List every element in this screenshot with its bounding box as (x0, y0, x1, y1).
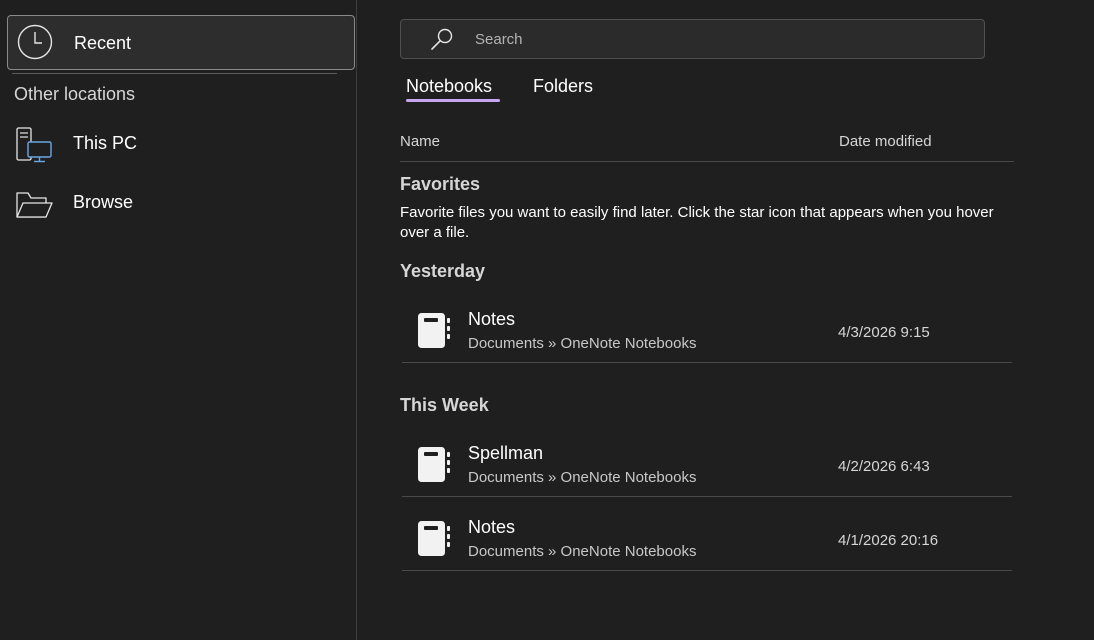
nav-item-this-pc[interactable]: This PC (7, 121, 355, 167)
search-input[interactable] (475, 20, 975, 58)
nav-item-browse[interactable]: Browse (7, 180, 355, 226)
nav-item-recent-label: Recent (74, 33, 132, 53)
notebook-icon (418, 521, 450, 556)
file-name: Notes (468, 309, 516, 329)
nav-item-this-pc-label: This PC (73, 133, 138, 153)
file-date-modified: 4/2/2026 6:43 (838, 458, 930, 475)
file-row[interactable]: Notes Documents » OneNote Notebooks 4/3/… (402, 301, 1012, 363)
main-panel: Notebooks Folders Name Date modified Fav… (357, 0, 1094, 640)
file-date-modified: 4/3/2026 9:15 (838, 324, 930, 341)
notebook-icon (418, 313, 450, 348)
clock-icon (17, 24, 53, 60)
computer-icon (16, 127, 52, 163)
row-divider (402, 496, 1012, 497)
tab-folders[interactable]: Folders (533, 76, 593, 97)
file-path: Documents » OneNote Notebooks (468, 335, 697, 352)
row-divider (402, 362, 1012, 363)
row-divider (402, 570, 1012, 571)
search-icon (431, 28, 453, 50)
sidebar-divider (12, 73, 337, 74)
group-heading-yesterday: Yesterday (400, 261, 486, 281)
search-box[interactable] (400, 19, 985, 59)
file-name: Notes (468, 517, 516, 537)
other-locations-heading: Other locations (14, 84, 136, 104)
group-heading-this-week: This Week (400, 395, 489, 415)
tab-notebooks[interactable]: Notebooks (406, 76, 492, 97)
favorites-heading: Favorites (400, 174, 481, 194)
nav-item-recent[interactable]: Recent (7, 15, 355, 70)
column-header-date-modified[interactable]: Date modified (839, 133, 932, 150)
header-divider (400, 161, 1014, 162)
file-path: Documents » OneNote Notebooks (468, 543, 697, 560)
file-name: Spellman (468, 443, 544, 463)
notebook-icon (418, 447, 450, 482)
open-notebook-view: Recent Other locations This PC Browse Se… (0, 0, 1094, 640)
file-row[interactable]: Spellman Documents » OneNote Notebooks 4… (402, 435, 1012, 497)
nav-item-browse-label: Browse (73, 192, 134, 212)
tab-selected-indicator (406, 99, 500, 102)
column-header-name[interactable]: Name (400, 133, 440, 150)
file-row[interactable]: Notes Documents » OneNote Notebooks 4/1/… (402, 509, 1012, 571)
file-path: Documents » OneNote Notebooks (468, 469, 697, 486)
sidebar: Recent Other locations This PC Browse (0, 0, 357, 640)
folder-open-icon (16, 192, 53, 218)
favorites-description: Favorite files you want to easily find l… (400, 204, 994, 241)
file-date-modified: 4/1/2026 20:16 (838, 532, 939, 549)
